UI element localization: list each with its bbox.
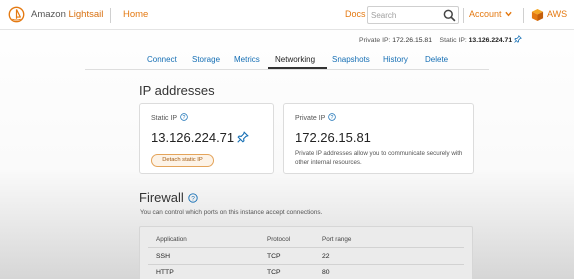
- search-icon[interactable]: [443, 9, 456, 22]
- lightsail-logo-icon[interactable]: [8, 6, 25, 23]
- svg-text:?: ?: [183, 115, 186, 121]
- column-header-port-range: Port range: [322, 236, 352, 243]
- svg-text:?: ?: [191, 195, 195, 202]
- aws-box-icon[interactable]: [531, 8, 544, 22]
- firewall-rules-table: Application Protocol Port range SSH TCP …: [139, 226, 473, 279]
- account-label: Account: [469, 9, 502, 19]
- private-ip-label-row: Private IP?: [295, 113, 337, 122]
- table-cell-port-range: 22: [322, 253, 330, 260]
- brand-name[interactable]: Amazon Lightsail: [31, 9, 103, 20]
- static-ip-value: 13.126.224.71: [151, 130, 235, 145]
- table-cell-protocol: TCP: [267, 253, 281, 260]
- static-ip-summary-value: 13.126.224.71: [468, 37, 513, 44]
- column-header-protocol: Protocol: [267, 236, 291, 243]
- private-ip-label: Private IP: [295, 115, 326, 122]
- table-cell-application: HTTP: [156, 269, 174, 276]
- aws-link[interactable]: AWS: [547, 9, 567, 19]
- tab-history[interactable]: History: [383, 55, 408, 64]
- static-ip-label: Static IP: [151, 115, 178, 122]
- account-menu[interactable]: Account: [469, 9, 512, 19]
- tab-networking[interactable]: Networking: [275, 55, 315, 64]
- detach-static-ip-button[interactable]: Detach static IP: [151, 154, 214, 167]
- static-ip-label-row: Static IP?: [151, 113, 188, 122]
- chevron-down-icon: [504, 11, 512, 17]
- static-ip-card: Static IP? 13.126.224.71 Detach static I…: [139, 103, 274, 174]
- docs-link[interactable]: Docs: [345, 9, 366, 19]
- firewall-description: You can control which ports on this inst…: [140, 209, 323, 216]
- tab-storage[interactable]: Storage: [192, 55, 220, 64]
- divider: [523, 8, 524, 23]
- private-ip-summary-value: 172.26.15.81: [392, 37, 432, 44]
- pin-icon: [514, 35, 522, 43]
- help-icon[interactable]: ?: [188, 193, 198, 203]
- private-ip-card: Private IP? 172.26.15.81 Private IP addr…: [283, 103, 474, 174]
- svg-text:?: ?: [331, 115, 334, 121]
- tab-delete[interactable]: Delete: [425, 55, 448, 64]
- divider: [110, 8, 111, 23]
- column-header-application: Application: [156, 236, 187, 243]
- ip-addresses-heading: IP addresses: [139, 83, 215, 98]
- table-cell-port-range: 80: [322, 269, 330, 276]
- tab-snapshots[interactable]: Snapshots: [332, 55, 370, 64]
- tab-metrics[interactable]: Metrics: [234, 55, 260, 64]
- instance-tabs: Connect Storage Metrics Networking Snaps…: [85, 53, 489, 70]
- ip-summary: Private IP: 172.26.15.81 Static IP: 13.1…: [359, 35, 522, 44]
- brand-lightsail: Lightsail: [68, 9, 104, 20]
- search-input[interactable]: [371, 9, 439, 21]
- tab-connect[interactable]: Connect: [147, 55, 177, 64]
- active-tab-indicator: [268, 67, 327, 69]
- static-ip-value-row: 13.126.224.71: [151, 130, 249, 145]
- top-navigation-bar: Amazon Lightsail Home Docs Account AWS: [0, 0, 574, 30]
- search-box[interactable]: [367, 6, 459, 24]
- help-icon[interactable]: ?: [180, 113, 188, 121]
- private-ip-value: 172.26.15.81: [295, 130, 371, 145]
- table-divider: [148, 264, 464, 265]
- static-ip-summary-label: Static IP:: [439, 37, 467, 44]
- table-cell-application: SSH: [156, 253, 170, 260]
- pin-icon: [237, 131, 249, 143]
- firewall-heading: Firewall?: [139, 190, 198, 205]
- firewall-title: Firewall: [139, 190, 184, 205]
- private-ip-description: Private IP addresses allow you to commun…: [295, 150, 463, 166]
- private-ip-summary-label: Private IP:: [359, 37, 391, 44]
- table-divider: [148, 247, 464, 248]
- divider: [463, 8, 464, 23]
- table-cell-protocol: TCP: [267, 269, 281, 276]
- help-icon[interactable]: ?: [328, 113, 337, 121]
- home-link[interactable]: Home: [123, 9, 148, 20]
- brand-prefix: Amazon: [31, 9, 69, 20]
